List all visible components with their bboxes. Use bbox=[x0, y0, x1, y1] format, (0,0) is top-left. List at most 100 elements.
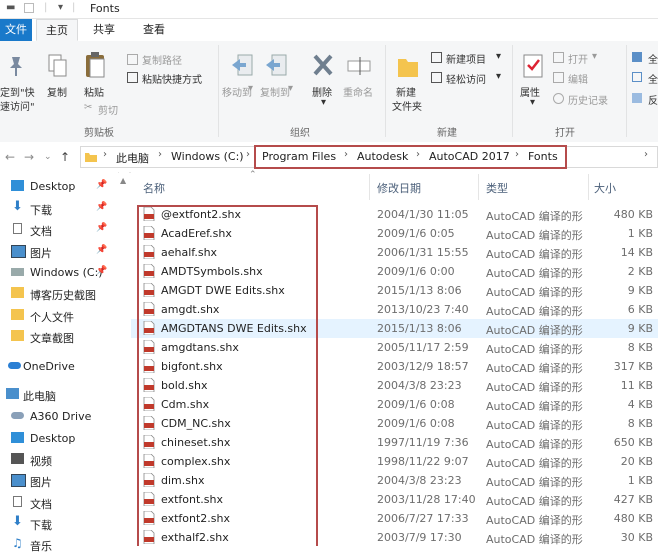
sidebar-item-videos[interactable]: 视频 bbox=[0, 449, 118, 469]
file-date: 2003/7/9 17:30 bbox=[377, 531, 462, 544]
navigation-pane: Desktop 📌 ⬇ 下载 📌 文档 📌 图片 📌 Windows (C:) … bbox=[0, 172, 118, 553]
sidebar-item-onedrive[interactable]: OneDrive bbox=[0, 356, 118, 376]
pin-icon[interactable]: 📌 bbox=[96, 266, 107, 276]
quick-access-properties-icon[interactable] bbox=[24, 3, 34, 13]
quick-access-folder-icon[interactable]: ▬ bbox=[6, 2, 15, 13]
file-size: 8 KB bbox=[627, 417, 653, 430]
cloud-icon bbox=[8, 362, 21, 369]
sidebar-item-desktop-pc[interactable]: Desktop bbox=[0, 428, 118, 448]
sidebar-item-pictures[interactable]: 图片 📌 bbox=[0, 241, 118, 261]
title-separator: | bbox=[72, 2, 76, 13]
desktop-icon bbox=[11, 180, 24, 191]
up-icon[interactable]: ↑ bbox=[60, 150, 70, 164]
sidebar-item-desktop[interactable]: Desktop 📌 bbox=[0, 176, 118, 196]
file-date: 2006/7/27 17:33 bbox=[377, 512, 469, 525]
column-header-name[interactable]: 名称 bbox=[143, 180, 165, 196]
back-icon[interactable]: ← bbox=[5, 150, 15, 164]
sidebar-item-downloads[interactable]: ⬇ 下载 📌 bbox=[0, 198, 118, 218]
nav-scrollbar[interactable]: ▲ bbox=[119, 172, 129, 546]
sidebar-item-documents[interactable]: 文档 📌 bbox=[0, 219, 118, 239]
tab-home[interactable]: 主页 bbox=[36, 19, 78, 41]
tab-file[interactable]: 文件 bbox=[0, 19, 32, 41]
file-type: AutoCAD 编译的形 bbox=[486, 267, 583, 280]
sidebar-item-label: 下载 bbox=[30, 519, 52, 532]
history-button[interactable]: 历史记录 bbox=[568, 92, 608, 107]
sidebar-item-pictures-pc[interactable]: 图片 bbox=[0, 470, 118, 490]
sidebar-item-downloads-pc[interactable]: ⬇ 下载 bbox=[0, 513, 118, 533]
cut-button[interactable]: 剪切 bbox=[98, 102, 118, 117]
easy-access-dropdown-icon[interactable]: ▾ bbox=[496, 71, 501, 82]
easy-access-button[interactable]: 轻松访问 bbox=[446, 71, 486, 86]
move-to-dropdown-icon[interactable]: ▾ bbox=[248, 83, 253, 94]
pin-icon[interactable]: 📌 bbox=[96, 223, 107, 233]
sidebar-item-music[interactable]: ♫ 音乐 bbox=[0, 534, 118, 554]
copy-to-dropdown-icon[interactable]: ▾ bbox=[288, 83, 293, 94]
address-dropdown-icon[interactable]: › bbox=[644, 149, 648, 160]
column-header-type[interactable]: 类型 bbox=[486, 180, 508, 196]
pictures-icon bbox=[11, 474, 26, 487]
copy-path-button[interactable]: 复制路径 bbox=[142, 52, 182, 67]
column-divider[interactable] bbox=[588, 174, 589, 200]
pin-icon[interactable]: 📌 bbox=[96, 245, 107, 255]
column-divider[interactable] bbox=[478, 174, 479, 200]
file-date: 2004/1/30 11:05 bbox=[377, 208, 469, 221]
select-none-button[interactable]: 全 bbox=[648, 71, 658, 86]
file-size: 480 KB bbox=[613, 512, 653, 525]
sidebar-item-personal-files[interactable]: 个人文件 bbox=[0, 305, 118, 325]
file-date: 2005/11/17 2:59 bbox=[377, 341, 469, 354]
copy-path-icon bbox=[127, 54, 138, 65]
tab-share[interactable]: 共享 bbox=[86, 19, 122, 41]
recent-locations-icon[interactable]: ⌄ bbox=[44, 152, 52, 162]
breadcrumb-this-pc[interactable]: 此电脑 bbox=[116, 150, 149, 166]
file-type: AutoCAD 编译的形 bbox=[486, 495, 583, 508]
file-size: 1 KB bbox=[627, 227, 653, 240]
new-folder-button[interactable]: 新建 bbox=[396, 84, 416, 99]
sidebar-item-a360-drive[interactable]: A360 Drive bbox=[0, 406, 118, 426]
invert-selection-button[interactable]: 反 bbox=[648, 92, 658, 107]
drive-icon bbox=[11, 268, 24, 276]
sidebar-item-blog-history[interactable]: 博客历史截图 bbox=[0, 283, 118, 303]
clipboard-group-label: 剪贴板 bbox=[84, 128, 114, 139]
scroll-up-icon[interactable]: ▲ bbox=[120, 176, 126, 185]
pin-icon[interactable]: 📌 bbox=[96, 202, 107, 212]
pin-quick-access-button[interactable]: 定到"快 bbox=[0, 84, 35, 99]
column-header-date[interactable]: 修改日期 bbox=[377, 180, 421, 196]
sidebar-item-this-pc[interactable]: 此电脑 bbox=[0, 384, 118, 404]
copy-button[interactable]: 复制 bbox=[47, 84, 67, 99]
column-divider[interactable] bbox=[369, 174, 370, 200]
file-date: 2003/11/28 17:40 bbox=[377, 493, 476, 506]
edit-button[interactable]: 编辑 bbox=[568, 71, 588, 86]
file-date: 2004/3/8 23:23 bbox=[377, 474, 462, 487]
breadcrumb-separator: › bbox=[158, 149, 162, 160]
file-date: 2006/1/31 15:55 bbox=[377, 246, 469, 259]
paste-icon bbox=[86, 52, 105, 78]
new-item-button[interactable]: 新建项目 bbox=[446, 51, 486, 66]
sidebar-item-windows-c[interactable]: Windows (C:) 📌 bbox=[0, 262, 118, 282]
copy-to-button[interactable]: 复制到 bbox=[260, 84, 290, 99]
paste-button[interactable]: 粘贴 bbox=[84, 84, 104, 99]
breadcrumb-windows-c[interactable]: Windows (C:) bbox=[171, 150, 244, 163]
file-date: 2009/1/6 0:08 bbox=[377, 417, 455, 430]
tab-view[interactable]: 查看 bbox=[136, 19, 172, 41]
pin-icon[interactable]: 📌 bbox=[96, 180, 107, 190]
select-all-button[interactable]: 全 bbox=[648, 51, 658, 66]
sidebar-item-label: Desktop bbox=[30, 432, 76, 445]
open-dropdown-icon[interactable]: ▾ bbox=[592, 51, 597, 62]
delete-dropdown-icon[interactable]: ▾ bbox=[321, 97, 326, 108]
file-type: AutoCAD 编译的形 bbox=[486, 533, 583, 546]
properties-dropdown-icon[interactable]: ▾ bbox=[530, 97, 535, 108]
forward-icon[interactable]: → bbox=[24, 150, 34, 164]
sidebar-item-label: 音乐 bbox=[30, 540, 52, 553]
file-date: 2013/10/23 7:40 bbox=[377, 303, 469, 316]
sidebar-item-documents-pc[interactable]: 文档 bbox=[0, 492, 118, 512]
rename-button[interactable]: 重命名 bbox=[343, 84, 373, 99]
pin-icon bbox=[10, 57, 22, 76]
open-button[interactable]: 打开 bbox=[568, 51, 588, 66]
easy-access-icon bbox=[431, 72, 442, 83]
column-header-size[interactable]: 大小 bbox=[594, 180, 616, 196]
new-item-dropdown-icon[interactable]: ▾ bbox=[496, 51, 501, 62]
paste-shortcut-button[interactable]: 粘贴快捷方式 bbox=[142, 71, 202, 86]
file-type: AutoCAD 编译的形 bbox=[486, 381, 583, 394]
sidebar-item-article-screenshots[interactable]: 文章截图 bbox=[0, 326, 118, 346]
customize-quick-access-icon[interactable]: ▾ bbox=[58, 2, 63, 13]
